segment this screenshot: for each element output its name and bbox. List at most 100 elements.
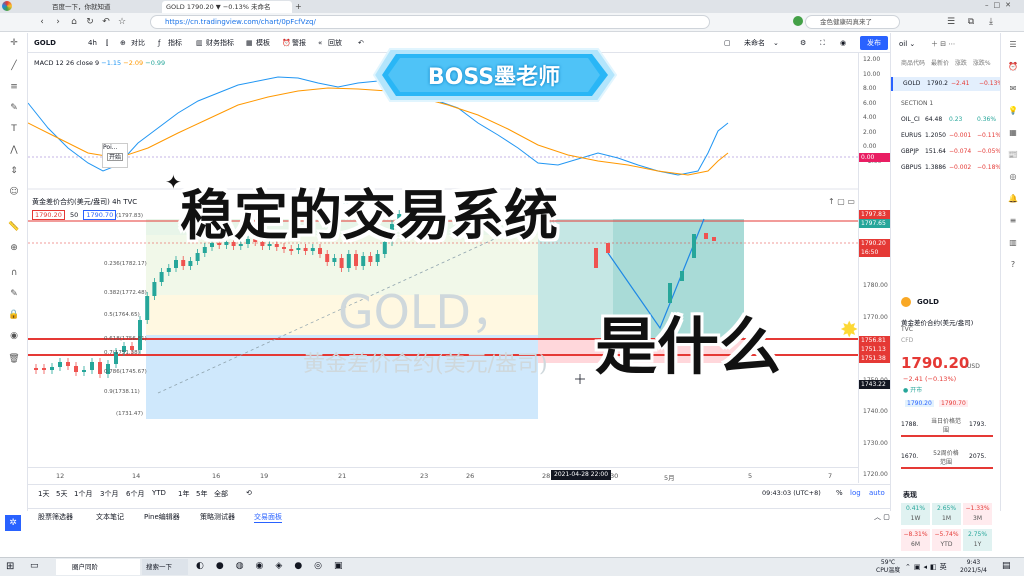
symbol-search-button[interactable]: GOLD bbox=[34, 33, 56, 53]
layout-icon[interactable]: ▢ bbox=[724, 33, 731, 53]
details-bid[interactable]: 1790.20 bbox=[905, 400, 934, 407]
panel-tab[interactable]: 交易面板 bbox=[254, 512, 282, 523]
start-icon[interactable]: ⊞ bbox=[6, 561, 18, 573]
lock-draw-icon[interactable]: ✎ bbox=[8, 288, 20, 300]
forward-icon[interactable]: › bbox=[52, 16, 64, 28]
text-icon[interactable]: T bbox=[8, 123, 20, 135]
save-chevron-icon[interactable]: ⌄ bbox=[773, 33, 779, 53]
taskbar-pinned-icons[interactable]: ◐●◍◉◈●◎▣ bbox=[196, 561, 355, 571]
watchlist-row[interactable]: EURUS 1.2050 −0.001 −0.11% bbox=[891, 129, 1001, 143]
panel-toggle-icon[interactable]: ✲ bbox=[5, 515, 21, 531]
search-input[interactable]: 金色健康码真来了 bbox=[805, 15, 900, 29]
panel-tab[interactable]: Pine编辑器 bbox=[144, 512, 180, 522]
range-button[interactable]: 1天 bbox=[38, 489, 49, 499]
watchlist-icon[interactable]: ☰ bbox=[1007, 39, 1019, 51]
lock-icon[interactable]: 🔒 bbox=[8, 309, 20, 321]
visibility-icon[interactable]: ◉ bbox=[8, 330, 20, 342]
new-tab-icon[interactable]: + bbox=[295, 2, 302, 11]
undo-icon[interactable]: ↶ bbox=[100, 16, 112, 28]
ruler-icon[interactable]: 📏 bbox=[8, 221, 20, 233]
window-controls[interactable]: –□✕ bbox=[985, 1, 1023, 12]
publish-button[interactable]: 发布 bbox=[860, 36, 888, 50]
menu-icon[interactable]: ☰ bbox=[945, 16, 957, 28]
calendar-icon[interactable]: ▦ bbox=[1007, 127, 1019, 139]
star-icon[interactable]: ☆ bbox=[116, 16, 128, 28]
data-window-icon[interactable]: ▥ bbox=[1007, 237, 1019, 249]
layout-name-button[interactable]: 未命名 bbox=[744, 33, 765, 53]
buy-price-box[interactable]: 1790.70 bbox=[83, 210, 117, 220]
replay-button[interactable]: 回放 bbox=[328, 33, 342, 53]
security-icon[interactable] bbox=[793, 16, 803, 26]
watchlist-tools[interactable]: ＋ ⊟ ⋯ bbox=[931, 39, 955, 49]
range-button[interactable]: 1年 bbox=[178, 489, 189, 499]
trendline-icon[interactable]: ╱ bbox=[8, 60, 20, 72]
notifications-icon[interactable]: 🔔 bbox=[1007, 193, 1019, 205]
crosshair-icon[interactable]: ✛ bbox=[8, 37, 20, 49]
drawing-popup[interactable]: Poi... 开始 bbox=[102, 143, 128, 168]
auto-toggle[interactable]: auto bbox=[869, 489, 885, 497]
col-change-pct[interactable]: 涨跌% bbox=[973, 60, 991, 67]
measure-icon[interactable]: ⇕ bbox=[8, 165, 20, 177]
chat-icon[interactable]: ✉ bbox=[1007, 83, 1019, 95]
range-button[interactable]: 3个月 bbox=[100, 489, 118, 499]
range-button[interactable]: 6个月 bbox=[126, 489, 144, 499]
chart-area[interactable]: GOLD， 黄金差价合约(美元/盎司) MACD 12 26 close 9 −… bbox=[27, 53, 858, 483]
financials-button[interactable]: 财务指标 bbox=[206, 33, 234, 53]
trash-icon[interactable]: 🗑 bbox=[8, 353, 20, 365]
magnet-icon[interactable]: ∩ bbox=[8, 267, 20, 279]
clock[interactable]: 9:43 2021/5/4 bbox=[960, 559, 987, 575]
alert-button[interactable]: 警报 bbox=[292, 33, 306, 53]
settings-icon[interactable]: ⚙ bbox=[800, 33, 806, 53]
undo-chart-icon[interactable]: ↶ bbox=[358, 33, 364, 53]
ideas-icon[interactable]: 💡 bbox=[1007, 105, 1019, 117]
compare-icon[interactable]: ⊕ bbox=[120, 33, 126, 53]
time-axis[interactable]: 12 14 16 19 21 23 26 28 30 5月 5 7 2021-04-28 22:00 bbox=[28, 467, 858, 483]
templates-button[interactable]: 模板 bbox=[256, 33, 270, 53]
col-last[interactable]: 最新价 bbox=[931, 60, 949, 67]
taskview-icon[interactable]: ▭ bbox=[30, 561, 39, 571]
snapshot-icon[interactable]: ◉ bbox=[840, 33, 846, 53]
fullscreen-icon[interactable]: ⛶ bbox=[820, 33, 825, 53]
refresh-icon[interactable]: ↻ bbox=[84, 16, 96, 28]
range-button[interactable]: 5天 bbox=[56, 489, 67, 499]
log-toggle[interactable]: log bbox=[850, 489, 861, 497]
range-button[interactable]: 5年 bbox=[196, 489, 207, 499]
watchlist-section[interactable]: SECTION 1 bbox=[891, 97, 1001, 111]
zoom-icon[interactable]: ⊕ bbox=[8, 242, 20, 254]
pattern-icon[interactable]: ⋀ bbox=[8, 144, 20, 156]
back-icon[interactable]: ‹ bbox=[36, 16, 48, 28]
watchlist-row[interactable]: OIL_CI 64.48 0.23 0.36% bbox=[891, 113, 1001, 127]
brush-icon[interactable]: ✎ bbox=[8, 102, 20, 114]
hotlists-icon[interactable]: ≡ bbox=[1007, 215, 1019, 227]
templates-icon[interactable]: ▦ bbox=[246, 33, 253, 53]
watchlist-row[interactable]: GOLD 1790.2 −2.41 −0.13% bbox=[891, 77, 1003, 91]
home-icon[interactable]: ⌂ bbox=[68, 16, 80, 28]
notification-center-icon[interactable]: ▤ bbox=[1002, 561, 1011, 571]
watchlist-row[interactable]: GBPJP 151.64 −0.074 −0.05% bbox=[891, 145, 1001, 159]
taskbar-app-ie[interactable]: 圈户同阶 bbox=[56, 559, 140, 575]
taskbar-search[interactable]: 搜索一下 bbox=[142, 559, 188, 575]
percent-toggle[interactable]: % bbox=[836, 489, 843, 497]
date-range-icon[interactable]: ⟲ bbox=[246, 489, 252, 497]
range-button[interactable]: YTD bbox=[152, 489, 166, 497]
tray-icons[interactable]: ⌃▣◂◧英 bbox=[905, 562, 950, 572]
range-button[interactable]: 1个月 bbox=[74, 489, 92, 499]
panel-tab[interactable]: 文本笔记 bbox=[96, 512, 124, 522]
panel-tab[interactable]: 股票筛选器 bbox=[38, 512, 73, 522]
alerts-icon[interactable]: ⏰ bbox=[1007, 61, 1019, 73]
tab-tradingview[interactable]: GOLD 1790.20 ▼ −0.13% 未命名 bbox=[162, 1, 292, 13]
details-ask[interactable]: 1790.70 bbox=[939, 400, 968, 407]
watchlist-row[interactable]: GBPUS 1.3886 −0.002 −0.18% bbox=[891, 161, 1001, 175]
range-button[interactable]: 全部 bbox=[214, 489, 228, 499]
sell-price-box[interactable]: 1790.20 bbox=[32, 210, 65, 220]
extension-icon[interactable]: ⧉ bbox=[965, 16, 977, 28]
financials-icon[interactable]: ▥ bbox=[196, 33, 203, 53]
url-field[interactable]: https://cn.tradingview.com/chart/0pFcfVz… bbox=[150, 15, 710, 29]
indicators-icon[interactable]: ƒ bbox=[158, 33, 160, 53]
alert-icon[interactable]: ⏰ bbox=[282, 33, 291, 53]
download-icon[interactable]: ⤓ bbox=[985, 16, 997, 28]
replay-icon[interactable]: « bbox=[318, 33, 322, 53]
emoji-icon[interactable]: ☺ bbox=[8, 186, 20, 198]
news-icon[interactable]: 📰 bbox=[1007, 149, 1019, 161]
tab-baidu[interactable]: 百度一下，你就知道 bbox=[48, 1, 158, 13]
